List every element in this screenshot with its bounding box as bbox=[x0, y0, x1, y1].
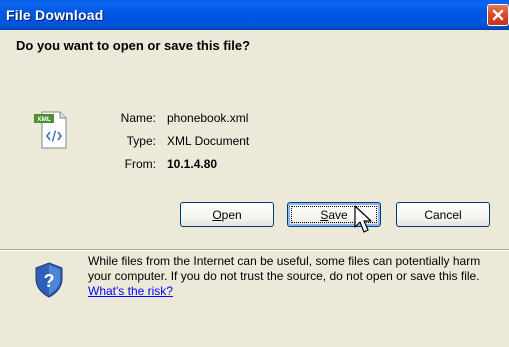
security-warning: While files from the Internet can be use… bbox=[88, 254, 500, 299]
title-bar[interactable]: File Download bbox=[0, 0, 509, 30]
window-title: File Download bbox=[6, 7, 104, 23]
mouse-pointer-icon bbox=[354, 205, 372, 233]
xml-file-icon: XML bbox=[34, 111, 67, 149]
warning-text: While files from the Internet can be use… bbox=[88, 254, 481, 283]
name-label: Name: bbox=[120, 111, 156, 125]
divider bbox=[0, 249, 509, 251]
xml-badge-text: XML bbox=[37, 116, 51, 123]
file-download-dialog: File Download Do you want to open or sav… bbox=[0, 0, 509, 347]
name-value: phonebook.xml bbox=[167, 111, 249, 125]
close-button[interactable] bbox=[487, 4, 509, 26]
from-value: 10.1.4.80 bbox=[167, 157, 218, 171]
security-shield-question-icon: ? bbox=[35, 262, 63, 298]
dialog-question: Do you want to open or save this file? bbox=[16, 38, 251, 53]
close-icon bbox=[492, 9, 504, 21]
dialog-body bbox=[0, 30, 509, 347]
type-label: Type: bbox=[126, 134, 156, 148]
svg-text:?: ? bbox=[44, 271, 55, 291]
cancel-button-label: Cancel bbox=[424, 207, 462, 222]
whats-the-risk-link[interactable]: What's the risk? bbox=[88, 284, 173, 298]
open-button[interactable]: Open bbox=[180, 202, 274, 227]
type-value: XML Document bbox=[167, 134, 250, 148]
open-button-label: Open bbox=[212, 207, 242, 222]
from-label: From: bbox=[124, 157, 156, 171]
cancel-button[interactable]: Cancel bbox=[396, 202, 490, 227]
